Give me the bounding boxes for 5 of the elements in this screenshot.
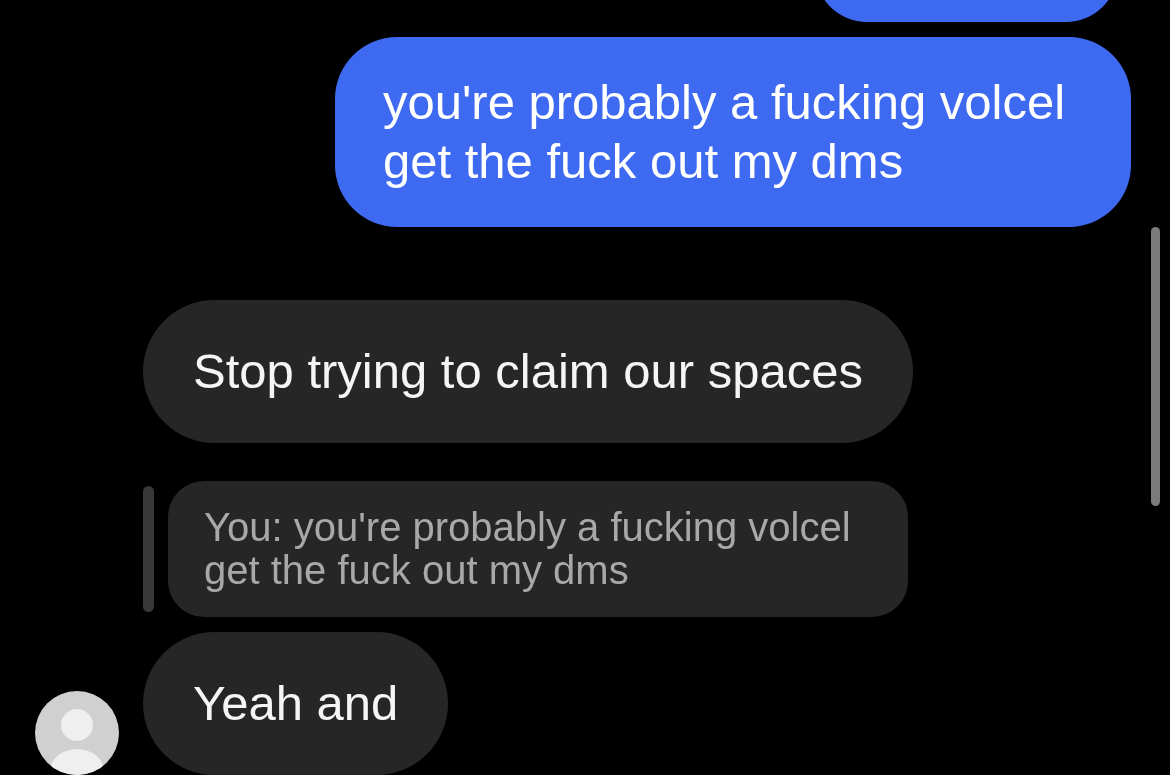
sent-message-bubble: you're probably a fucking volcel get the fuck out my dms <box>335 37 1131 227</box>
reply-quote-bubble: You: you're probably a fucking volcel get the fuck out my dms <box>168 481 908 617</box>
received-message-bubble: Stop trying to claim our spaces <box>143 300 913 443</box>
received-message-bubble: Yeah and <box>143 632 449 775</box>
avatar-icon[interactable] <box>35 691 119 775</box>
